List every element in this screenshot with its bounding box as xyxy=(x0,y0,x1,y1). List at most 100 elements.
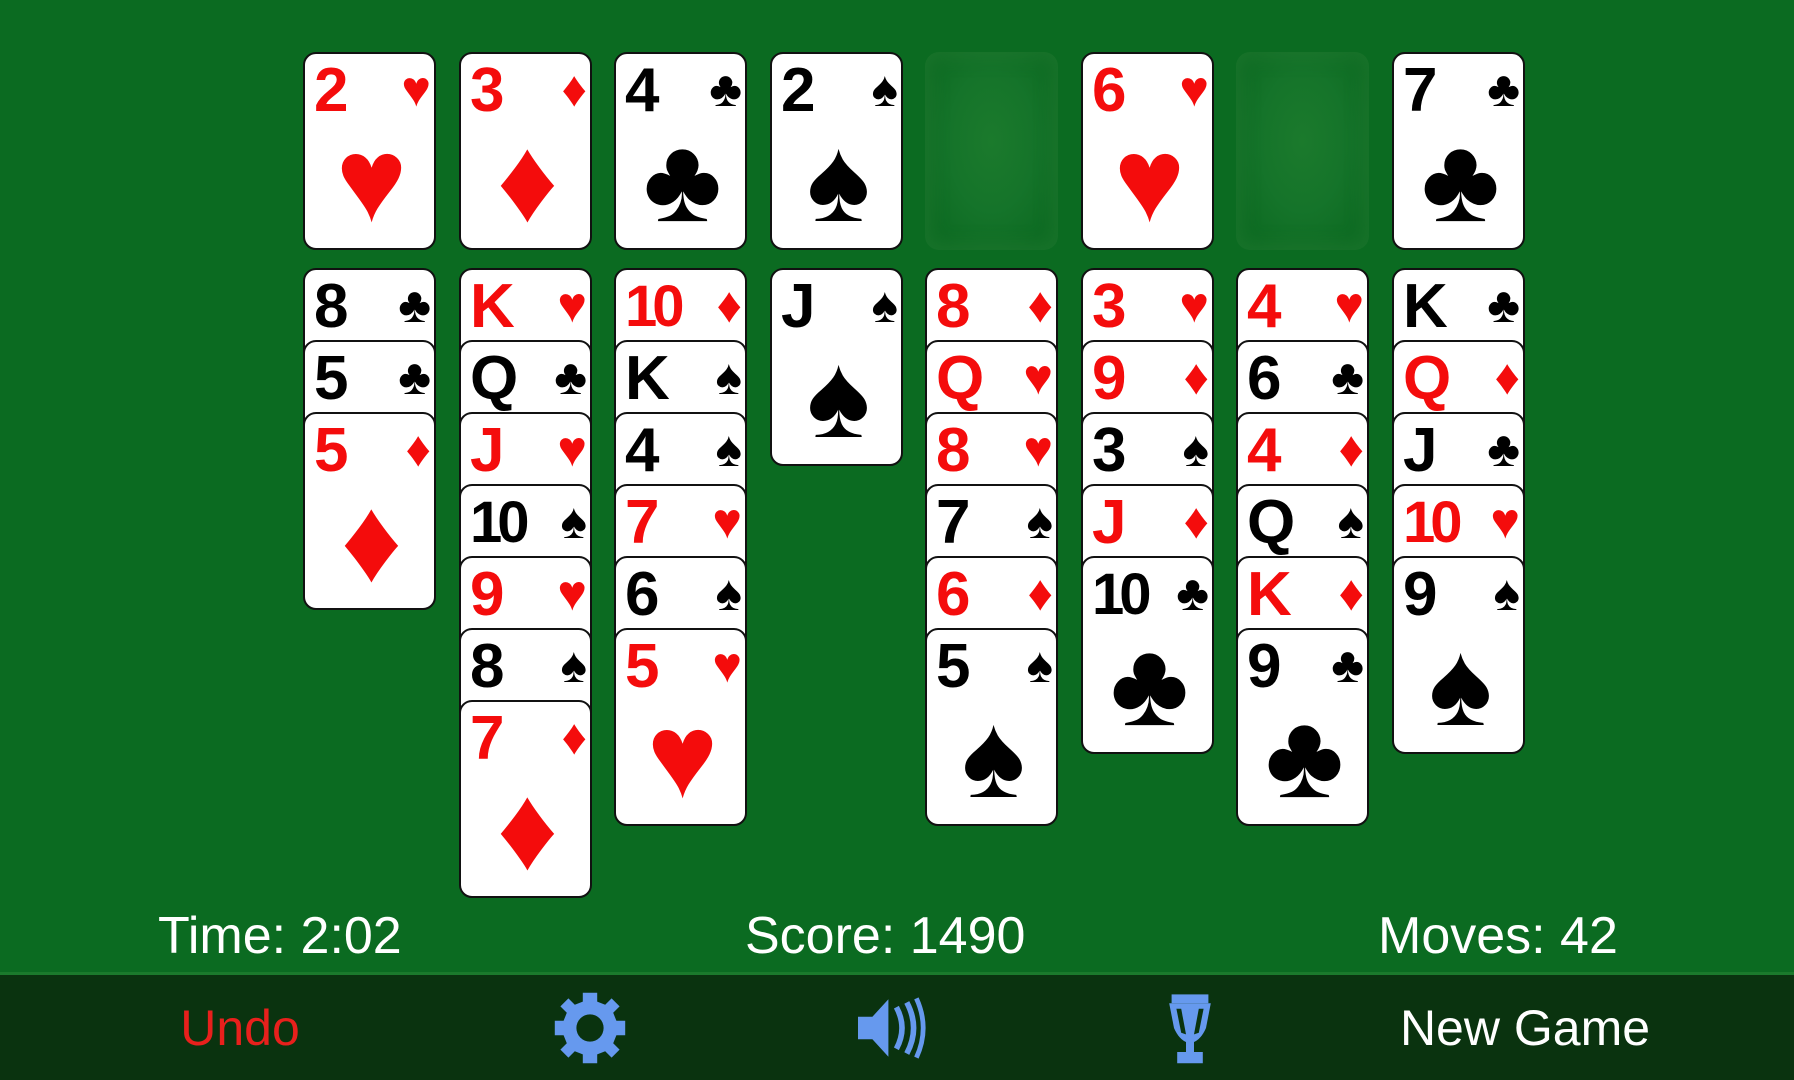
card-suit-small: ♥ xyxy=(1023,421,1053,477)
card-suit-small: ♥ xyxy=(557,421,587,477)
card-suit-large: ♣ xyxy=(1265,689,1344,823)
tableau-column[interactable]: 10♦♦K♠♠4♠♠7♥♥6♠♠5♥♥ xyxy=(614,268,747,826)
time-stat: Time: 2:02 xyxy=(158,907,402,965)
foundation-slot: 2 ♠ ♠ xyxy=(770,52,903,250)
card-suit-small: ♦ xyxy=(561,61,587,117)
game-table: 2♥♥3♦♦4♣♣2♠♠6♥♥7♣♣ 8♣♣5♣♣5♦♦K♥♥Q♣♣J♥♥10♠… xyxy=(0,0,1794,972)
tableau-column[interactable]: J ♠ ♠ xyxy=(770,268,903,466)
card-suit-small: ♣ xyxy=(709,61,742,117)
foundation-slot: 6 ♥ ♥ xyxy=(1081,52,1214,250)
card-suit-large: ♠ xyxy=(961,689,1026,823)
tableau-column[interactable]: 3♥♥9♦♦3♠♠J♦♦10♣♣ xyxy=(1081,268,1214,754)
card-suit-small: ♦ xyxy=(1183,349,1209,405)
tableau-card[interactable]: J ♠ ♠ xyxy=(770,268,903,466)
card-suit-large: ♦ xyxy=(496,113,559,247)
card-suit-small: ♣ xyxy=(1487,421,1520,477)
foundation-slot-empty[interactable] xyxy=(925,52,1058,250)
status-bar: Time: 2:02 Score: 1490 Moves: 42 xyxy=(0,900,1794,972)
card-suit-small: ♥ xyxy=(1490,493,1520,549)
undo-button[interactable]: Undo xyxy=(120,975,360,1080)
foundation-card[interactable]: 2 ♠ ♠ xyxy=(770,52,903,250)
card-suit-large: ♦ xyxy=(340,473,403,607)
card-suit-small: ♣ xyxy=(398,277,431,333)
card-rank: 10 xyxy=(470,490,529,555)
card-suit-small: ♠ xyxy=(715,421,742,477)
achievements-button[interactable] xyxy=(1120,975,1260,1080)
card-suit-small: ♥ xyxy=(557,277,587,333)
tableau-column[interactable]: 8♣♣5♣♣5♦♦ xyxy=(303,268,436,610)
moves-stat: Moves: 42 xyxy=(1378,907,1618,965)
card-rank: 10 xyxy=(1403,490,1462,555)
gear-icon xyxy=(550,988,630,1068)
card-suit-small: ♣ xyxy=(1487,277,1520,333)
card-suit-large: ♦ xyxy=(496,761,559,895)
card-suit-large: ♣ xyxy=(1110,617,1189,751)
undo-button-label: Undo xyxy=(180,999,300,1056)
card-suit-large: ♥ xyxy=(646,689,719,823)
card-suit-small: ♣ xyxy=(1331,349,1364,405)
card-suit-small: ♣ xyxy=(398,349,431,405)
card-suit-small: ♠ xyxy=(560,637,587,693)
card-rank: 10 xyxy=(1092,562,1151,627)
card-suit-large: ♣ xyxy=(643,113,722,247)
foundation-card[interactable]: 6 ♥ ♥ xyxy=(1081,52,1214,250)
tableau-column[interactable]: 4♥♥6♣♣4♦♦Q♠♠K♦♦9♣♣ xyxy=(1236,268,1369,826)
card-suit-small: ♦ xyxy=(1183,493,1209,549)
card-suit-small: ♠ xyxy=(1493,565,1520,621)
tableau-card[interactable]: 7 ♦ ♦ xyxy=(459,700,592,898)
tableau-card[interactable]: 9 ♣ ♣ xyxy=(1236,628,1369,826)
foundation-slot: 3 ♦ ♦ xyxy=(459,52,592,250)
card-suit-small: ♦ xyxy=(1338,565,1364,621)
card-suit-large: ♠ xyxy=(806,329,871,463)
card-suit-small: ♦ xyxy=(1494,349,1520,405)
tableau-card[interactable]: 5 ♥ ♥ xyxy=(614,628,747,826)
card-suit-small: ♥ xyxy=(1334,277,1364,333)
card-suit-large: ♠ xyxy=(806,113,871,247)
tableau-card[interactable]: 9 ♠ ♠ xyxy=(1392,556,1525,754)
card-suit-large: ♥ xyxy=(335,113,408,247)
card-suit-small: ♥ xyxy=(712,493,742,549)
card-suit-small: ♠ xyxy=(715,565,742,621)
foundation-slot-empty[interactable] xyxy=(1236,52,1369,250)
speaker-icon xyxy=(850,988,930,1068)
card-suit-small: ♥ xyxy=(1179,61,1209,117)
tableau-column[interactable]: K♣♣Q♦♦J♣♣10♥♥9♠♠ xyxy=(1392,268,1525,754)
foundation-slot: 2 ♥ ♥ xyxy=(303,52,436,250)
card-suit-small: ♦ xyxy=(1027,277,1053,333)
card-suit-large: ♥ xyxy=(1113,113,1186,247)
new-game-button[interactable]: New Game xyxy=(1360,975,1690,1080)
card-suit-small: ♠ xyxy=(1182,421,1209,477)
card-suit-small: ♦ xyxy=(1338,421,1364,477)
card-suit-small: ♣ xyxy=(1176,565,1209,621)
card-suit-small: ♠ xyxy=(560,493,587,549)
card-suit-small: ♥ xyxy=(1023,349,1053,405)
foundation-slot: 7 ♣ ♣ xyxy=(1392,52,1525,250)
card-suit-small: ♠ xyxy=(1337,493,1364,549)
foundation-slot: 4 ♣ ♣ xyxy=(614,52,747,250)
foundations-row: 2 ♥ ♥ 3 ♦ ♦ 4 ♣ ♣ 2 ♠ ♠ 6 ♥ ♥ 7 ♣ ♣ xyxy=(303,52,1543,252)
card-suit-small: ♣ xyxy=(1331,637,1364,693)
tableau-column[interactable]: K♥♥Q♣♣J♥♥10♠♠9♥♥8♠♠7♦♦ xyxy=(459,268,592,898)
card-suit-small: ♥ xyxy=(401,61,431,117)
card-suit-large: ♣ xyxy=(1421,113,1500,247)
foundation-card[interactable]: 3 ♦ ♦ xyxy=(459,52,592,250)
score-stat: Score: 1490 xyxy=(745,907,1026,965)
trophy-icon xyxy=(1150,988,1230,1068)
tableau-card[interactable]: 5 ♠ ♠ xyxy=(925,628,1058,826)
tableau-column[interactable]: 8♦♦Q♥♥8♥♥7♠♠6♦♦5♠♠ xyxy=(925,268,1058,826)
tableau-card[interactable]: 10 ♣ ♣ xyxy=(1081,556,1214,754)
card-suit-large: ♠ xyxy=(1428,617,1493,751)
tableau-card[interactable]: 5 ♦ ♦ xyxy=(303,412,436,610)
card-rank: 10 xyxy=(625,274,684,339)
bottom-toolbar: Undo New Game xyxy=(0,972,1794,1080)
foundation-card[interactable]: 2 ♥ ♥ xyxy=(303,52,436,250)
card-suit-small: ♣ xyxy=(554,349,587,405)
card-suit-small: ♥ xyxy=(557,565,587,621)
settings-button[interactable] xyxy=(520,975,660,1080)
foundation-card[interactable]: 7 ♣ ♣ xyxy=(1392,52,1525,250)
card-suit-small: ♥ xyxy=(712,637,742,693)
card-suit-small: ♠ xyxy=(1026,637,1053,693)
card-suit-small: ♦ xyxy=(1027,565,1053,621)
foundation-card[interactable]: 4 ♣ ♣ xyxy=(614,52,747,250)
sound-button[interactable] xyxy=(820,975,960,1080)
